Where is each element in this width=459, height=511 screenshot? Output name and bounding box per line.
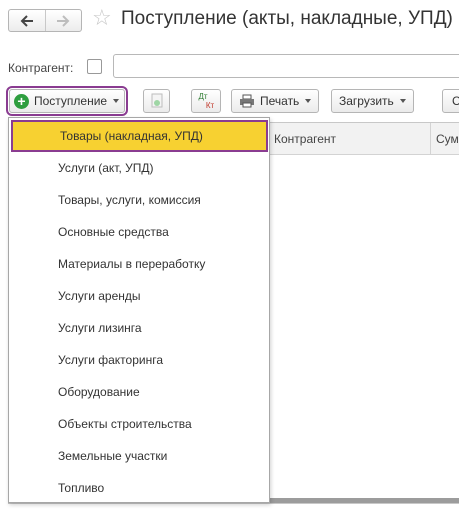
menu-item-processing-materials[interactable]: Материалы в переработку [9,248,269,280]
print-button[interactable]: Печать [231,89,320,113]
arrow-right-icon [57,14,70,27]
counterparty-label: Контрагент: [8,61,74,75]
menu-item-goods[interactable]: Товары (накладная, УПД) [11,120,268,152]
chevron-down-icon [113,99,120,103]
chevron-down-icon [305,99,312,103]
counterparty-input[interactable] [113,54,459,78]
menu-item-fixed-assets[interactable]: Основные средства [9,216,269,248]
load-button[interactable]: Загрузить [331,89,414,113]
menu-item-equipment[interactable]: Оборудование [9,376,269,408]
menu-item-fuel[interactable]: Топливо [9,472,269,504]
page-title: Поступление (акты, накладные, УПД) [121,8,453,29]
menu-item-goods-services-commission[interactable]: Товары, услуги, комиссия [9,184,269,216]
add-icon: + [14,93,29,109]
receipt-type-menu: Товары (накладная, УПД) Услуги (акт, УПД… [8,117,270,503]
document-copy-icon [151,93,162,108]
load-button-label: Загрузить [339,94,394,108]
kt-label: Кт [205,101,215,110]
star-icon[interactable]: ☆ [92,7,112,29]
receipt-button[interactable]: + Поступление [5,86,129,116]
menu-item-factoring-services[interactable]: Услуги факторинга [9,344,269,376]
menu-item-rental-services[interactable]: Услуги аренды [9,280,269,312]
create-based-on-button[interactable]: С [442,89,459,113]
menu-item-leasing-services[interactable]: Услуги лизинга [9,312,269,344]
copy-button[interactable] [143,89,170,113]
menu-item-land-plots[interactable]: Земельные участки [9,440,269,472]
forward-button[interactable] [44,10,82,31]
nav-buttons [8,9,82,32]
dt-label: Дт [198,92,208,101]
receipt-button-label: Поступление [34,94,108,108]
arrow-left-icon [20,14,33,27]
dt-kt-button[interactable]: Дт Кт [191,89,221,113]
counterparty-checkbox[interactable] [87,59,102,74]
menu-item-construction-objects[interactable]: Объекты строительства [9,408,269,440]
window: ☆ Поступление (акты, накладные, УПД) Кон… [0,0,459,511]
create-based-on-label: С [452,94,459,108]
back-button[interactable] [9,10,45,31]
menu-item-services[interactable]: Услуги (акт, УПД) [9,152,269,184]
printer-icon [240,94,254,108]
column-header-sum[interactable]: Сум [430,123,459,155]
column-header-counterparty[interactable]: Контрагент [268,123,336,155]
print-button-label: Печать [260,94,300,108]
chevron-down-icon [399,99,406,103]
